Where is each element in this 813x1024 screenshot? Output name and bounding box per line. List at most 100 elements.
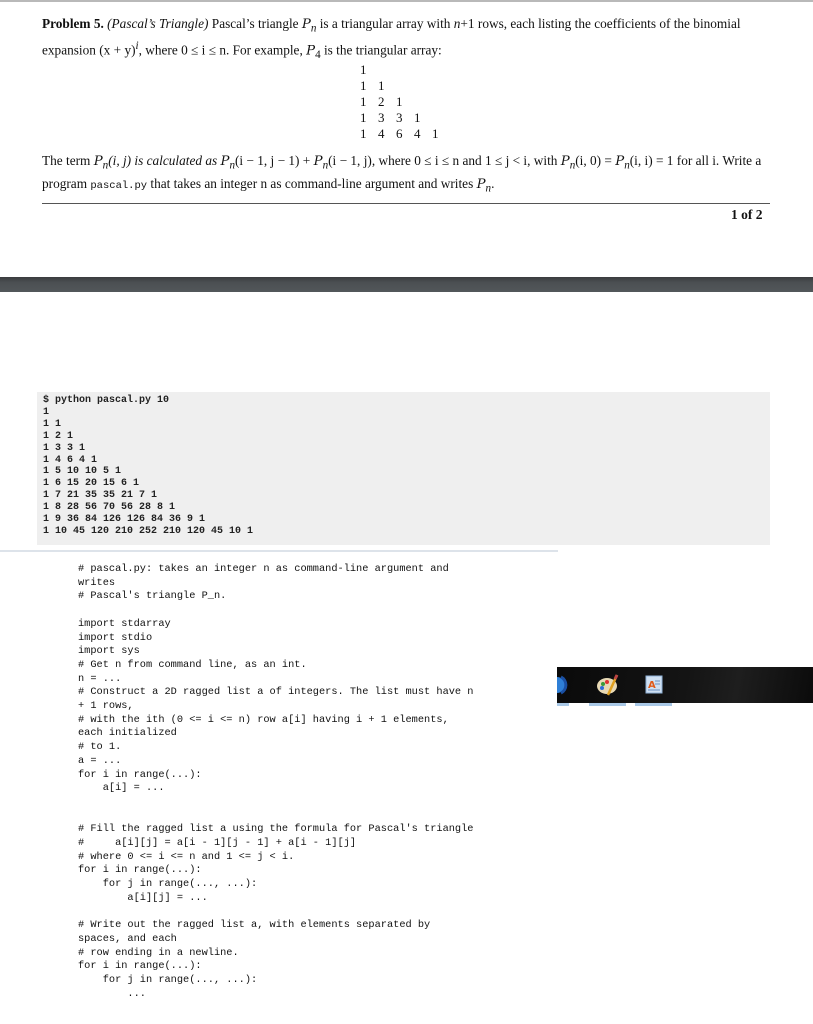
para-text: (i − 1, j), where 0 ≤ i ≤ n and 1 ≤ j < …	[328, 153, 558, 168]
triangle-row: 1 3 3 1	[360, 110, 450, 126]
intro-text: is a triangular array with	[319, 16, 451, 31]
para-text: The term	[42, 153, 91, 168]
terminal-line: 1 5 10 10 5 1	[43, 466, 122, 478]
code-line: a[i] = ...	[78, 782, 165, 795]
symbol-P: P	[476, 176, 486, 192]
taskbar-item-indicator	[557, 703, 569, 706]
symbol-P: P	[93, 154, 103, 169]
symbol-P: P	[306, 43, 316, 59]
triangle-cell: 1	[360, 62, 367, 77]
triangle-cell: 2	[378, 94, 385, 109]
para-text: that takes an integer n as command-line …	[150, 175, 474, 191]
symbol-P: P	[615, 154, 625, 169]
triangle-row: 1 4 6 4 1	[360, 126, 450, 142]
problem-intro: Problem 5. (Pascal’s Triangle) Pascal’s …	[42, 15, 772, 64]
para-text: (i, i) = 1	[629, 153, 674, 168]
terminal-output-block: $ python pascal.py 10 1 1 11 2 11 3 3 11 4…	[37, 392, 770, 545]
terminal-line: 1	[43, 406, 50, 418]
page-number: 1 of 2	[731, 207, 763, 222]
terminal-line: 1 4 6 4 1	[43, 454, 98, 466]
triangle-cell: 1	[396, 94, 403, 109]
taskbar-item-indicator	[589, 703, 626, 706]
wordpad-icon: A	[645, 675, 662, 694]
terminal-line: 1 9 36 84 126 126 84 36 9 1	[43, 514, 206, 526]
taskbar-item-indicator	[635, 703, 672, 706]
intro-text: , where 0 ≤ i ≤ n. For example,	[138, 42, 303, 58]
code-line: a = ...	[78, 754, 122, 767]
divider-line	[0, 550, 558, 552]
para-text: (i − 1, j − 1) +	[234, 153, 311, 168]
page-separator-bar	[0, 277, 813, 292]
subscript-n: n	[310, 22, 317, 35]
code-template: # pascal.py: takes an integer n as comma…	[78, 563, 548, 1001]
paint-icon	[596, 674, 618, 696]
code-line: # Fill the ragged list a using the formu…	[78, 823, 474, 836]
footer-rule	[42, 203, 770, 204]
terminal-command: $ python pascal.py 10	[43, 395, 170, 406]
code-line: writes	[78, 576, 116, 589]
triangle-cell: 1	[360, 94, 367, 109]
code-line: for i in range(...):	[78, 960, 202, 973]
code-line: import stdarray	[78, 617, 171, 630]
triangle-cell: 4	[414, 126, 421, 141]
taskbar-item-wordpad[interactable]: A	[635, 667, 672, 706]
example-triangle: 1 1 1 1 2 1 1 3 3 1 1 4 6 4 1	[360, 62, 450, 142]
triangle-cell: 1	[378, 78, 385, 93]
triangle-cell: 1	[360, 78, 367, 93]
code-line: import stdio	[78, 631, 153, 644]
problem-statement: Problem 5. (Pascal’s Triangle) Pascal’s …	[42, 15, 772, 64]
problem-topic: (Pascal’s Triangle)	[107, 16, 209, 31]
code-line: # pascal.py: takes an integer n as comma…	[78, 563, 449, 575]
terminal-line: 1 3 3 1	[43, 442, 86, 454]
code-line: for i in range(...):	[78, 768, 202, 781]
triangle-cell: 1	[432, 126, 439, 141]
para-text: (i, 0) =	[575, 153, 612, 168]
code-line: import sys	[78, 645, 140, 658]
problem-label: Problem 5.	[42, 16, 104, 31]
terminal-text: $ python pascal.py 10 1 1 11 2 11 3 3 11 4…	[37, 392, 770, 538]
terminal-line: 1 10 45 120 210 252 210 120 45 10 1	[43, 525, 254, 537]
code-line: a[i][j] = ...	[78, 891, 208, 904]
code-line: # a[i][j] = a[i - 1][j - 1] + a[i - 1][j…	[78, 837, 357, 850]
taskbar-item-paint[interactable]	[589, 667, 626, 706]
triangle-row: 1 2 1	[360, 94, 450, 110]
triangle-cell: 3	[378, 110, 385, 125]
code-line: # Pascal's triangle P_n.	[78, 590, 227, 603]
taskbar: A	[557, 667, 813, 706]
taskbar-item-media-player[interactable]	[557, 667, 569, 706]
triangle-cell: 4	[378, 126, 385, 141]
symbol-P: P	[313, 154, 323, 169]
terminal-line: 1 6 15 20 15 6 1	[43, 478, 140, 490]
intro-text: Pascal’s triangle	[211, 16, 299, 31]
code-line: # Get n from command line, as an int.	[78, 658, 307, 671]
program-name: pascal.py	[90, 179, 148, 192]
triangle-cell: 1	[360, 110, 367, 125]
triangle-cell: 6	[396, 126, 403, 141]
triangle-cell: 1	[414, 110, 421, 125]
window-top-edge	[0, 0, 813, 2]
triangle-row: 1	[360, 62, 450, 78]
code-line: # row ending in a newline.	[78, 946, 239, 959]
code-line: for i in range(...):	[78, 864, 202, 877]
terminal-line: 1 7 21 35 35 21 7 1	[43, 490, 158, 502]
intro-text: is the triangular array:	[323, 42, 442, 58]
para-text: (i, j) is calculated as	[108, 153, 218, 168]
code-line: each initialized	[78, 727, 177, 740]
triangle-cell: 3	[396, 110, 403, 125]
triangle-cell: 1	[360, 126, 367, 141]
subscript-4: 4	[315, 48, 321, 61]
recurrence-paragraph: The term Pn(i, j) is calculated as Pn(i …	[42, 152, 777, 197]
code-line: ...	[78, 987, 146, 1000]
terminal-line: 1 2 1	[43, 430, 74, 442]
triangle-row: 1 1	[360, 78, 450, 94]
svg-text:A: A	[648, 680, 656, 691]
symbol-P: P	[560, 154, 570, 169]
symbol-P: P	[301, 17, 311, 32]
code-line: + 1 rows,	[78, 700, 134, 713]
code-line: # Construct a 2D ragged list a of intege…	[78, 686, 474, 699]
intro-text: +1 rows, each listing the coefficients o…	[460, 16, 690, 31]
para-text: .	[491, 175, 495, 191]
